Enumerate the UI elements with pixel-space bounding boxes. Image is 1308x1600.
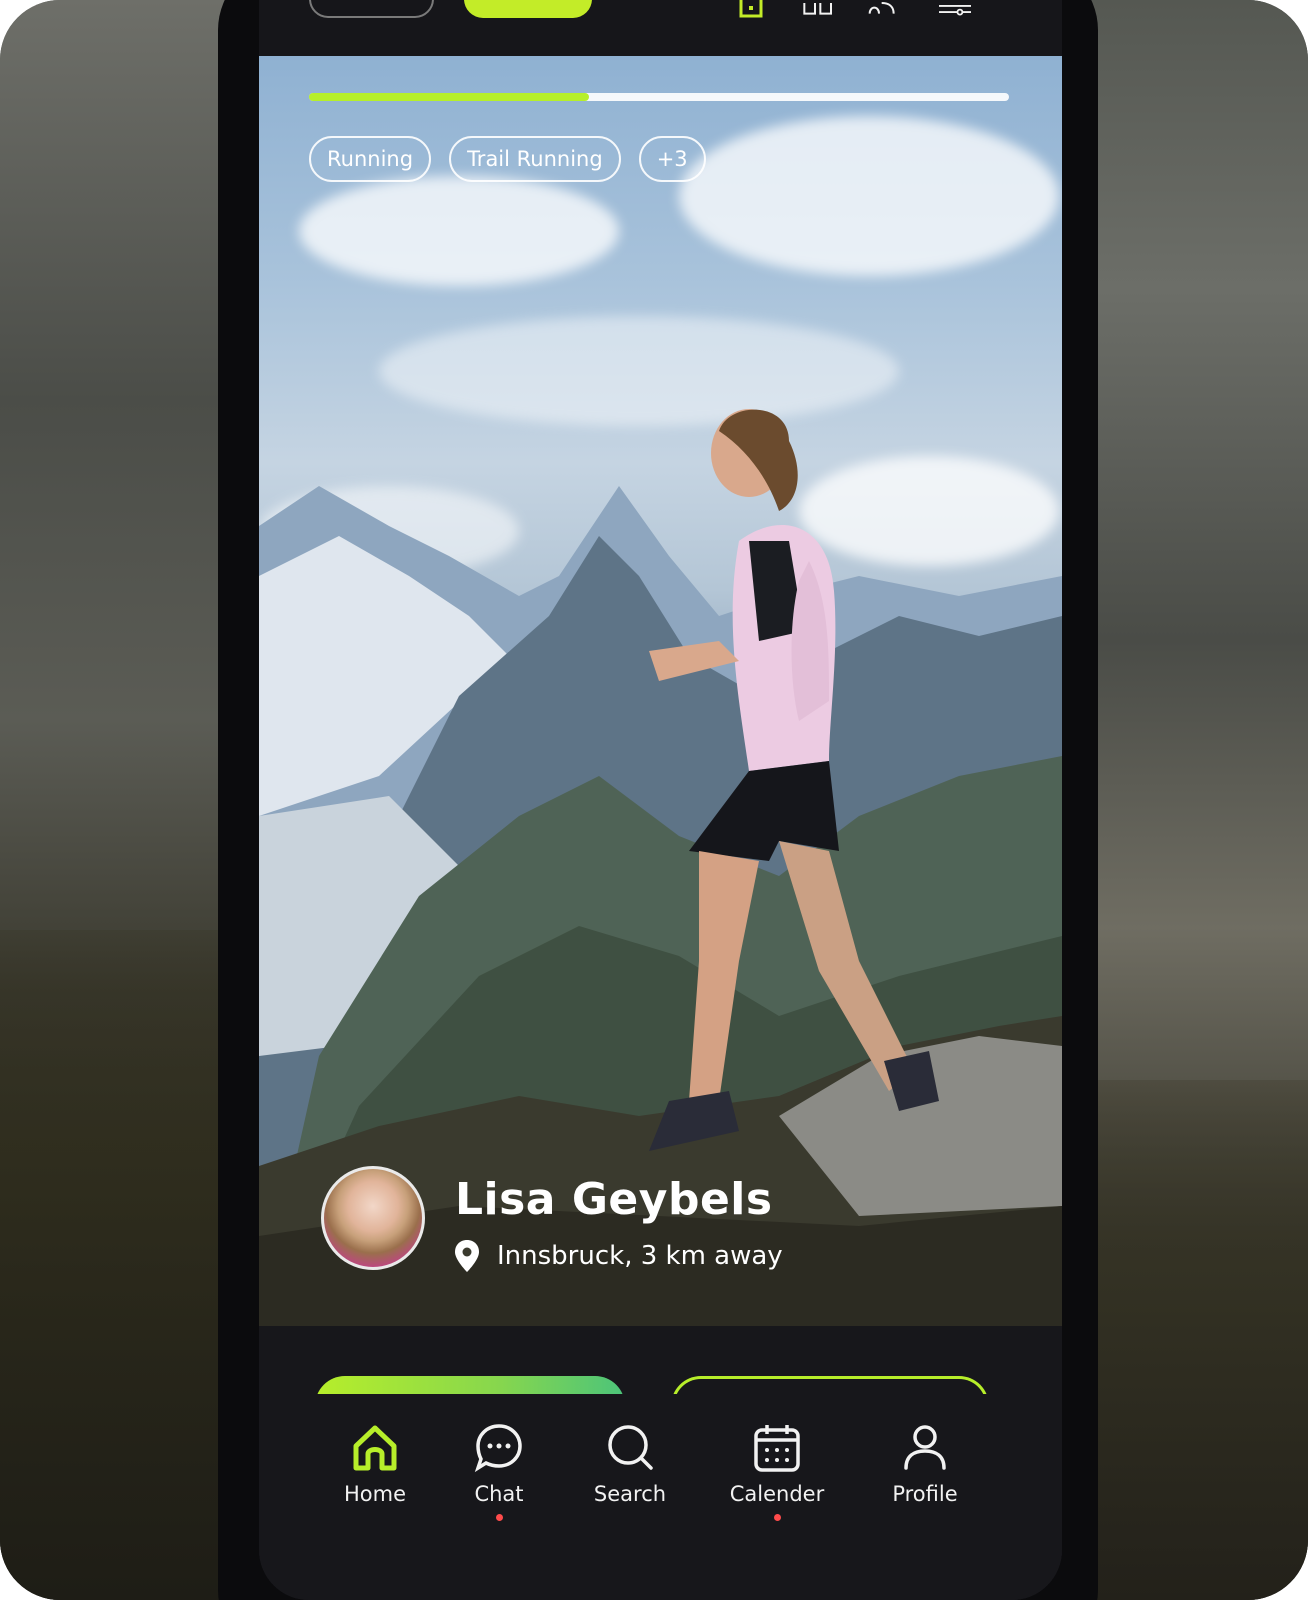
activity-tags: Running Trail Running +3 bbox=[309, 136, 706, 182]
tag-trail-running[interactable]: Trail Running bbox=[449, 136, 621, 182]
story-progress-bar bbox=[309, 93, 1009, 101]
nav-label-calender: Calender bbox=[729, 1482, 825, 1506]
bottom-panel: Home Chat Search Calender Profile bbox=[259, 1326, 1062, 1600]
search-icon bbox=[608, 1425, 653, 1470]
nav-item-chat[interactable]: Chat bbox=[439, 1422, 559, 1521]
bookmark-icon[interactable] bbox=[735, 0, 767, 18]
bottom-navigation: Home Chat Search Calender Profile bbox=[259, 1394, 1062, 1600]
tag-more-count[interactable]: +3 bbox=[638, 136, 706, 182]
nav-item-profile[interactable]: Profile bbox=[865, 1422, 985, 1506]
filter-tab-outlined[interactable] bbox=[309, 0, 434, 18]
app-screen: Running Trail Running +3 Lisa Geybels In… bbox=[259, 0, 1062, 1600]
nav-item-home[interactable]: Home bbox=[315, 1422, 435, 1506]
profile-icon bbox=[904, 1425, 946, 1470]
profile-photo-card[interactable]: Running Trail Running +3 Lisa Geybels In… bbox=[259, 56, 1062, 1326]
filter-sliders-icon[interactable] bbox=[939, 0, 971, 18]
grid-view-icon[interactable] bbox=[803, 0, 835, 18]
profile-summary[interactable]: Lisa Geybels Innsbruck, 3 km away bbox=[321, 1166, 1001, 1286]
story-progress-fill bbox=[309, 93, 589, 101]
tag-running[interactable]: Running bbox=[309, 136, 432, 182]
nav-item-calender[interactable]: Calender bbox=[717, 1422, 837, 1521]
avatar[interactable] bbox=[321, 1166, 425, 1270]
users-icon[interactable] bbox=[867, 0, 899, 18]
nav-label-chat: Chat bbox=[474, 1482, 524, 1506]
profile-name: Lisa Geybels bbox=[455, 1174, 773, 1225]
filter-tab-active[interactable] bbox=[464, 0, 592, 18]
calender-notification-dot bbox=[773, 1514, 781, 1521]
location-row: Innsbruck, 3 km away bbox=[455, 1240, 783, 1272]
chat-icon bbox=[474, 1424, 522, 1473]
calendar-icon bbox=[754, 1425, 800, 1472]
home-icon bbox=[353, 1425, 397, 1471]
location-text: Innsbruck, 3 km away bbox=[497, 1241, 783, 1271]
runner-figure bbox=[649, 409, 939, 1151]
top-bar bbox=[259, 0, 1062, 56]
nav-label-profile: Profile bbox=[892, 1482, 958, 1506]
chat-notification-dot bbox=[495, 1514, 503, 1521]
nav-label-search: Search bbox=[593, 1482, 667, 1506]
nav-label-home: Home bbox=[343, 1482, 406, 1506]
nav-item-search[interactable]: Search bbox=[570, 1422, 690, 1506]
location-pin-icon bbox=[455, 1240, 479, 1272]
